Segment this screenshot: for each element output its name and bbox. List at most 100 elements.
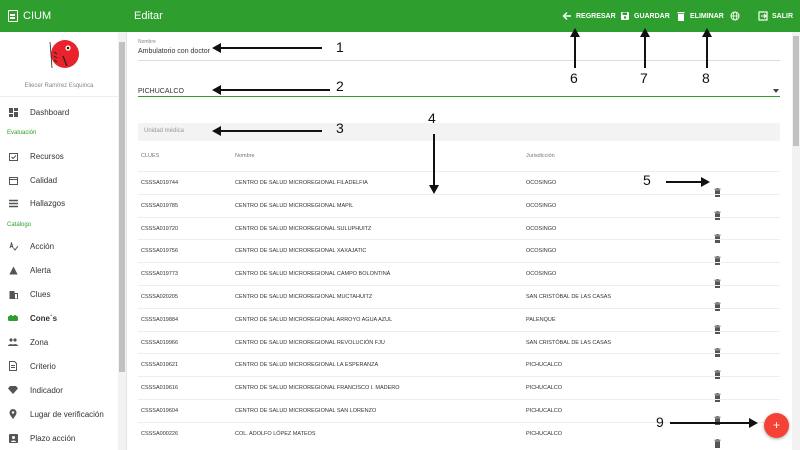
save-label: GUARDAR — [634, 12, 670, 20]
table-row[interactable]: CSSSA000226 COL. ADOLFO LÓPEZ MATEOS PICHU… — [138, 421, 780, 448]
building-icon — [6, 290, 20, 299]
exit-button[interactable]: SALIR — [758, 0, 793, 32]
cell-jurisdiction: PICHUCALCO — [526, 430, 563, 437]
cell-jurisdiction: PICHUCALCO — [526, 385, 563, 392]
cell-name: CENTRO DE SALUD MICROREGIONAL REVOLUCIÓN… — [235, 339, 385, 346]
exit-label: SALIR — [772, 12, 793, 20]
delete-row-button[interactable] — [714, 271, 721, 289]
annotation-9: 9 — [656, 414, 664, 430]
annotation-5: 5 — [643, 172, 651, 188]
sidebar-item-label: Lugar de verificación — [30, 409, 104, 419]
annotation-3: 3 — [336, 120, 344, 136]
cell-clues: CSSSA020205 — [141, 294, 178, 300]
cell-jurisdiction: PICHUCALCO — [526, 362, 563, 369]
sidebar-item-dashboard[interactable]: Dashboard — [0, 101, 118, 123]
delete-row-button[interactable] — [714, 248, 721, 266]
table-row[interactable]: CSSSA019616 CENTRO DE SALUD MICROREGIONAL… — [138, 376, 780, 403]
language-button[interactable] — [730, 0, 740, 32]
sidebar-item-clues[interactable]: Clues — [0, 283, 118, 305]
cell-name: COL. ADOLFO LÓPEZ MATEOS — [235, 430, 316, 437]
sidebar-item-plazo-accion[interactable]: Plazo acción — [0, 427, 118, 449]
table-row[interactable]: CSSSA020205 CENTRO DE SALUD MICROREGIONAL… — [138, 285, 780, 311]
sidebar-item-label: Indicador — [30, 385, 63, 395]
delete-button[interactable]: ELIMINAR — [676, 0, 724, 32]
sidebar-item-alerta[interactable]: Alerta — [0, 259, 118, 281]
warning-icon — [6, 266, 20, 275]
cell-jurisdiction: OCOSINGO — [526, 248, 557, 255]
delete-row-button[interactable] — [714, 180, 721, 197]
list-icon — [6, 199, 20, 208]
clipboard-icon — [8, 10, 18, 22]
sidebar-item-cones[interactable]: Cone´s — [0, 307, 118, 329]
cell-name: CENTRO DE SALUD MICROREGIONAL FRANCISCO … — [235, 385, 400, 392]
delete-row-button[interactable] — [714, 226, 721, 243]
spellcheck-icon — [6, 241, 20, 251]
sidebar-item-lugar-de-verificacion[interactable]: Lugar de verificación — [0, 403, 118, 425]
sidebar-item-calidad[interactable]: Calidad — [0, 169, 118, 191]
delete-label: ELIMINAR — [690, 12, 724, 20]
cell-name: CENTRO DE SALUD MICROREGIONAL LA ESPERAN… — [235, 362, 379, 369]
jurisdiction-select[interactable]: PICHUCALCO — [138, 88, 184, 95]
save-button[interactable]: GUARDAR — [620, 0, 670, 32]
cell-clues: CSSSA019621 — [141, 362, 178, 369]
top-app-bar: CIUM Editar REGRESAR GUARDAR ELIMINAR SA… — [0, 0, 800, 32]
divider — [0, 96, 118, 97]
name-input[interactable]: Ambulatorio con doctor — [138, 48, 210, 55]
sidebar-item-label: Criterio — [30, 361, 56, 371]
back-button[interactable]: REGRESAR — [562, 0, 616, 32]
sidebar-scrollbar-thumb[interactable] — [119, 42, 125, 372]
delete-row-button[interactable] — [714, 385, 721, 403]
delete-row-button[interactable] — [714, 294, 721, 311]
unit-search-input[interactable]: Unidad médica — [138, 123, 780, 141]
table-row[interactable]: CSSSA019720 CENTRO DE SALUD MICROREGIONAL… — [138, 216, 780, 243]
cell-name: CENTRO DE SALUD MICROREGIONAL CAMPO BOLO… — [235, 271, 391, 278]
name-input-underline — [138, 60, 780, 61]
delete-row-button[interactable] — [714, 340, 721, 357]
sidebar-item-label: Alerta — [30, 265, 51, 275]
delete-row-button[interactable] — [714, 362, 721, 380]
app-brand[interactable]: CIUM — [8, 0, 51, 32]
jurisdiction-select-underline — [138, 96, 780, 97]
sidebar-item-indicador[interactable]: Indicador — [0, 379, 118, 401]
table-row[interactable]: CSSSA019884 CENTRO DE SALUD MICROREGIONAL… — [138, 307, 780, 334]
cell-name: CENTRO DE SALUD MICROREGIONAL MAPIL — [235, 202, 354, 209]
delete-row-button[interactable] — [714, 431, 721, 448]
cell-clues: CSSSA019616 — [141, 385, 178, 392]
table-row[interactable]: CSSSA019604 CENTRO DE SALUD MICROREGIONAL… — [138, 399, 780, 425]
cell-jurisdiction: OCOSINGO — [526, 202, 557, 209]
sidebar-item-accion[interactable]: Acción — [0, 235, 118, 257]
sidebar-item-label: Clues — [30, 289, 51, 299]
group-icon — [6, 314, 20, 322]
cell-jurisdiction: OCOSINGO — [526, 225, 557, 232]
annotation-7: 7 — [640, 70, 648, 86]
delete-row-button[interactable] — [714, 408, 721, 425]
delete-row-button[interactable] — [714, 317, 721, 334]
sidebar-item-hallazgos[interactable]: Hallazgos — [0, 192, 118, 214]
table-row[interactable]: CSSSA019773 CENTRO DE SALUD MICROREGIONAL… — [138, 262, 780, 289]
sidebar-item-recursos[interactable]: Recursos — [0, 145, 118, 167]
delete-row-button[interactable] — [714, 203, 721, 220]
document-icon — [6, 361, 20, 371]
cell-name: CENTRO DE SALUD MICROREGIONAL SULUPHUITZ — [235, 225, 372, 232]
table-row[interactable]: CSSSA019744 CENTRO DE SALUD MICROREGIONAL… — [138, 171, 780, 197]
sidebar: Eliecer Ramírez Esquinca Dashboard Evalu… — [0, 32, 127, 450]
calendar-check-icon — [6, 152, 20, 161]
cell-name: CENTRO DE SALUD MICROREGIONAL ARROYO AGU… — [235, 316, 393, 323]
cell-clues: CSSSA019604 — [141, 408, 178, 414]
sidebar-item-criterio[interactable]: Criterio — [0, 355, 118, 377]
dashboard-icon — [6, 107, 20, 117]
add-fab-button[interactable]: + — [764, 413, 789, 438]
sidebar-item-zona[interactable]: Zona — [0, 331, 118, 353]
table-row[interactable]: CSSSA019621 CENTRO DE SALUD MICROREGIONAL… — [138, 353, 780, 380]
annotation-4: 4 — [428, 110, 436, 126]
table-row[interactable]: CSSSA019756 CENTRO DE SALUD MICROREGIONAL… — [138, 239, 780, 266]
table-row[interactable]: CSSSA019966 CENTRO DE SALUD MICROREGIONAL… — [138, 330, 780, 357]
column-header-name: Nombre — [235, 153, 255, 159]
place-icon — [6, 409, 20, 419]
main-scrollbar-thumb[interactable] — [793, 36, 799, 146]
table-row[interactable]: CSSSA019785 CENTRO DE SALUD MICROREGIONAL… — [138, 193, 780, 220]
cell-clues: CSSSA019884 — [141, 316, 178, 323]
caret-down-icon[interactable] — [773, 89, 779, 93]
column-header-clues: CLUES — [141, 153, 160, 159]
annotation-6: 6 — [570, 70, 578, 86]
